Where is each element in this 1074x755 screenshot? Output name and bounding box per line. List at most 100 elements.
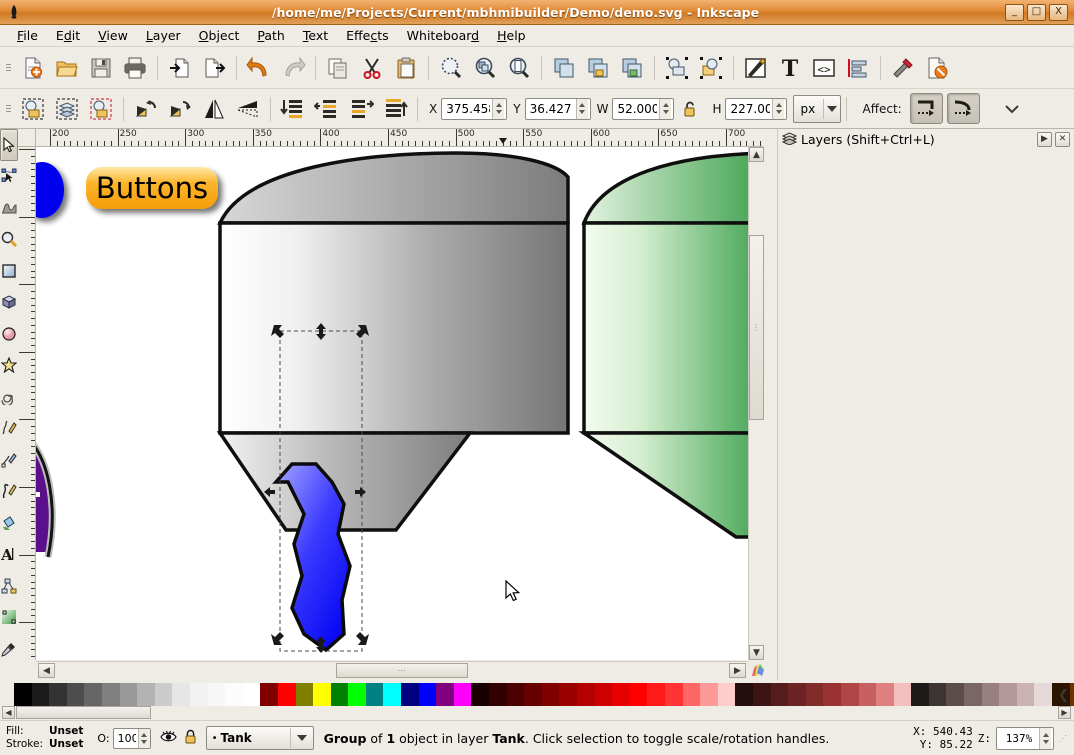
w-field[interactable] bbox=[612, 98, 674, 120]
palette-swatch[interactable] bbox=[665, 683, 683, 708]
drawing-canvas[interactable]: Buttons bbox=[36, 147, 761, 660]
palette-swatch[interactable] bbox=[1034, 683, 1052, 708]
statusbar-scroll-thumb[interactable] bbox=[16, 706, 151, 719]
palette-swatch[interactable] bbox=[67, 683, 85, 708]
layer-lock-closed-icon[interactable] bbox=[183, 729, 198, 747]
raise-to-top-icon[interactable] bbox=[277, 93, 309, 125]
palette-swatch[interactable] bbox=[436, 683, 454, 708]
vertical-scroll-thumb[interactable]: ⋮ bbox=[749, 235, 764, 420]
align-distribute-icon[interactable] bbox=[842, 52, 874, 84]
palette-swatch[interactable] bbox=[946, 683, 964, 708]
palette-swatch[interactable] bbox=[1017, 683, 1035, 708]
bezier-tool[interactable] bbox=[0, 444, 18, 476]
palette-swatch[interactable] bbox=[383, 683, 401, 708]
paste-icon[interactable] bbox=[390, 52, 422, 84]
palette-swatch[interactable] bbox=[243, 683, 261, 708]
palette-swatch[interactable] bbox=[542, 683, 560, 708]
x-spinner[interactable] bbox=[492, 99, 504, 119]
canvas-horizontal-scrollbar[interactable]: ◀ ⋯ ▶ bbox=[36, 661, 748, 678]
3d-box-tool[interactable] bbox=[0, 287, 18, 319]
palette-swatch[interactable] bbox=[278, 683, 296, 708]
zoom-field[interactable] bbox=[996, 727, 1054, 750]
fill-stroke-dialog-icon[interactable] bbox=[740, 52, 772, 84]
menu-object[interactable]: Object bbox=[190, 26, 249, 45]
x-field[interactable] bbox=[441, 98, 507, 120]
redo-icon[interactable] bbox=[277, 52, 309, 84]
menu-layer[interactable]: Layer bbox=[137, 26, 190, 45]
dock-float-button[interactable]: ▶ bbox=[1037, 132, 1052, 147]
zoom-page-icon[interactable] bbox=[503, 52, 535, 84]
print-document-icon[interactable] bbox=[119, 52, 151, 84]
menu-path[interactable]: Path bbox=[248, 26, 293, 45]
palette-scroll-chevron-left-icon[interactable]: ❮ bbox=[1055, 683, 1072, 708]
palette-swatch[interactable] bbox=[876, 683, 894, 708]
tweak-tool[interactable] bbox=[0, 192, 18, 224]
select-all-icon[interactable] bbox=[17, 93, 49, 125]
text-tool[interactable]: A bbox=[0, 539, 18, 571]
menu-edit[interactable]: Edit bbox=[47, 26, 89, 45]
calligraphy-tool[interactable] bbox=[0, 476, 18, 508]
palette-swatch[interactable] bbox=[683, 683, 701, 708]
palette-swatch[interactable] bbox=[841, 683, 859, 708]
palette-swatch[interactable] bbox=[313, 683, 331, 708]
zoom-drawing-icon[interactable] bbox=[469, 52, 501, 84]
palette-swatch[interactable] bbox=[612, 683, 630, 708]
palette-swatch[interactable] bbox=[999, 683, 1017, 708]
canvas-vertical-scrollbar[interactable]: ▲ ⋮ ▼ bbox=[748, 147, 763, 660]
y-field[interactable] bbox=[525, 98, 591, 120]
opacity-status-field[interactable] bbox=[113, 728, 151, 749]
horizontal-scroll-thumb[interactable]: ⋯ bbox=[336, 663, 468, 678]
lower-to-bottom-icon[interactable] bbox=[695, 52, 727, 84]
duplicate-icon[interactable] bbox=[548, 52, 580, 84]
cut-icon[interactable] bbox=[356, 52, 388, 84]
palette-swatch[interactable] bbox=[823, 683, 841, 708]
xml-editor-icon[interactable]: <> bbox=[808, 52, 840, 84]
palette-swatch[interactable] bbox=[489, 683, 507, 708]
transform-gradients-icon[interactable] bbox=[947, 93, 980, 124]
zoom-spinner[interactable] bbox=[1039, 728, 1051, 749]
palette-swatch[interactable] bbox=[911, 683, 929, 708]
palette-swatch[interactable] bbox=[929, 683, 947, 708]
palette-swatch[interactable] bbox=[32, 683, 50, 708]
deselect-icon[interactable] bbox=[85, 93, 117, 125]
scroll-down-button[interactable]: ▼ bbox=[749, 645, 764, 660]
color-wheel-icon[interactable] bbox=[750, 662, 766, 678]
raise-icon[interactable] bbox=[311, 93, 343, 125]
palette-swatch[interactable] bbox=[401, 683, 419, 708]
select-all-in-layers-icon[interactable] bbox=[51, 93, 83, 125]
fill-stroke-indicator[interactable]: Fill: Stroke: Unset Unset bbox=[6, 725, 83, 751]
palette-swatch[interactable] bbox=[14, 683, 32, 708]
lock-open-icon[interactable] bbox=[675, 94, 705, 124]
dock-close-button[interactable]: ✕ bbox=[1055, 132, 1070, 147]
menu-file[interactable]: File bbox=[8, 26, 47, 45]
palette-swatch[interactable] bbox=[894, 683, 912, 708]
vertical-ruler[interactable] bbox=[18, 147, 36, 660]
palette-swatch[interactable] bbox=[49, 683, 67, 708]
lower-to-bottom-icon[interactable] bbox=[379, 93, 411, 125]
menu-whiteboard[interactable]: Whiteboard bbox=[398, 26, 488, 45]
undo-icon[interactable] bbox=[243, 52, 275, 84]
zoom-selection-icon[interactable] bbox=[435, 52, 467, 84]
ungroup-icon[interactable] bbox=[616, 52, 648, 84]
pencil-tool[interactable] bbox=[0, 413, 18, 445]
dropper-tool[interactable] bbox=[0, 633, 18, 665]
palette-swatch[interactable] bbox=[771, 683, 789, 708]
copy-icon[interactable] bbox=[322, 52, 354, 84]
scroll-right-button[interactable]: ▶ bbox=[729, 663, 746, 678]
palette-swatch[interactable] bbox=[84, 683, 102, 708]
save-document-icon[interactable] bbox=[85, 52, 117, 84]
palette-swatch[interactable] bbox=[260, 683, 278, 708]
toolbar-overflow-chevron-down-icon[interactable] bbox=[996, 93, 1028, 125]
import-icon[interactable] bbox=[164, 52, 196, 84]
lower-icon[interactable] bbox=[345, 93, 377, 125]
scroll-up-button[interactable]: ▲ bbox=[749, 147, 764, 162]
gradient-tool[interactable] bbox=[0, 602, 18, 634]
palette-swatch[interactable] bbox=[190, 683, 208, 708]
palette-swatch[interactable] bbox=[718, 683, 736, 708]
palette-swatch[interactable] bbox=[859, 683, 877, 708]
rotate-90-cw-icon[interactable] bbox=[164, 93, 196, 125]
units-dropdown[interactable]: px bbox=[793, 95, 841, 123]
node-editor-tool[interactable] bbox=[0, 161, 18, 193]
palette-swatch[interactable] bbox=[630, 683, 648, 708]
statusbar-scroll-right[interactable]: ▶ bbox=[1058, 706, 1071, 719]
